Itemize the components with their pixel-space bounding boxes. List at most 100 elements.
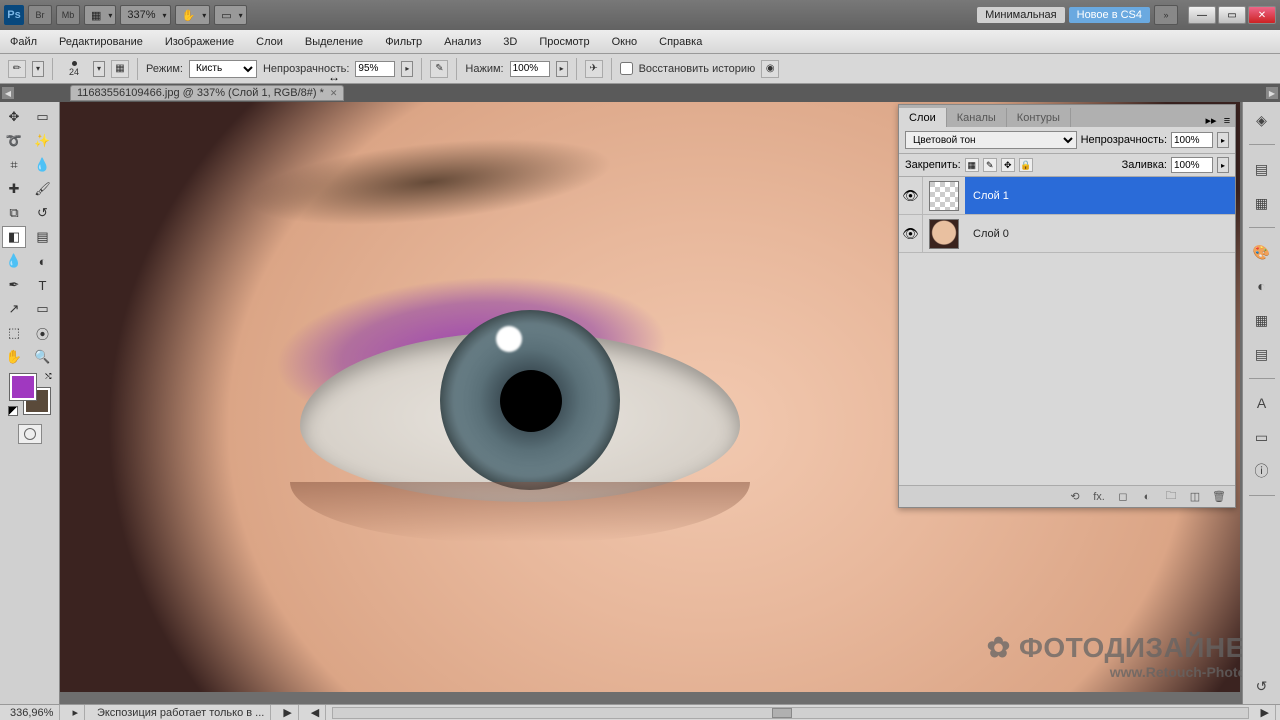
quickmask-button[interactable]: [18, 424, 42, 444]
menu-image[interactable]: Изображение: [161, 33, 238, 51]
menu-edit[interactable]: Редактирование: [55, 33, 147, 51]
eyedropper-tool[interactable]: 💧: [31, 154, 55, 176]
visibility-icon[interactable]: 👁: [899, 177, 923, 214]
mini-bridge-button[interactable]: Mb: [56, 5, 80, 25]
link-layers-icon[interactable]: ⟲: [1067, 490, 1083, 504]
new-layer-icon[interactable]: ◫: [1187, 490, 1203, 504]
panel-menu-icon[interactable]: ≡: [1219, 115, 1235, 127]
scroll-left-arrow[interactable]: ◀: [305, 705, 326, 720]
menu-3d[interactable]: 3D: [499, 33, 521, 51]
visibility-icon[interactable]: 👁: [899, 215, 923, 252]
screen-mode-dropdown[interactable]: ▭: [214, 5, 246, 25]
layer-fx-icon[interactable]: fx.: [1091, 490, 1107, 504]
stamp-tool[interactable]: ⧉: [2, 202, 26, 224]
view-layout-dropdown[interactable]: ▦: [84, 5, 116, 25]
flow-input[interactable]: [510, 61, 550, 77]
tab-layers[interactable]: Слои: [899, 108, 947, 127]
erase-history-checkbox[interactable]: [620, 62, 633, 75]
canvas[interactable]: ✿ ФОТОДИЗАЙНЕР www.Retouch-Photo.ru Слои…: [60, 102, 1280, 704]
pen-tool[interactable]: ✒: [2, 274, 26, 296]
status-info-arrow[interactable]: ▶: [277, 705, 298, 720]
adjustment-layer-icon[interactable]: ◐: [1139, 490, 1155, 504]
paragraph-icon[interactable]: ▭: [1251, 427, 1273, 447]
lock-position-icon[interactable]: ✥: [1001, 158, 1015, 172]
tool-preset-icon[interactable]: ✏: [8, 60, 26, 78]
default-colors-icon[interactable]: [8, 406, 18, 416]
opacity-input[interactable]: [355, 61, 395, 77]
delete-layer-icon[interactable]: 🗑: [1211, 490, 1227, 504]
tab-channels[interactable]: Каналы: [947, 108, 1007, 127]
layer-group-icon[interactable]: 🗀: [1163, 490, 1179, 504]
tab-scroll-left[interactable]: ◀: [2, 87, 14, 99]
horizontal-scrollbar[interactable]: [332, 707, 1248, 719]
dodge-tool[interactable]: ◐: [31, 250, 55, 272]
masks-icon[interactable]: ▦: [1251, 310, 1273, 330]
blend-mode-select[interactable]: Цветовой тон: [905, 131, 1077, 149]
lock-pixels-icon[interactable]: ✎: [983, 158, 997, 172]
eraser-tool[interactable]: ◧: [2, 226, 26, 248]
menu-file[interactable]: Файл: [6, 33, 41, 51]
lock-all-icon[interactable]: 🔒: [1019, 158, 1033, 172]
type-tool[interactable]: T: [31, 274, 55, 296]
tab-paths[interactable]: Контуры: [1007, 108, 1071, 127]
menu-view[interactable]: Просмотр: [535, 33, 593, 51]
crop-tool[interactable]: ⌗: [2, 154, 26, 176]
foreground-color[interactable]: [10, 374, 36, 400]
bridge-button[interactable]: Br: [28, 5, 52, 25]
workspace-label[interactable]: Минимальная: [977, 7, 1065, 23]
layer-row[interactable]: 👁 Слой 1: [899, 177, 1235, 215]
fill-input[interactable]: [1171, 157, 1213, 173]
heal-tool[interactable]: ✚: [2, 178, 26, 200]
mode-select[interactable]: Кисть: [189, 60, 257, 78]
marquee-tool[interactable]: ▭: [31, 106, 55, 128]
zoom-dropdown[interactable]: 337%: [120, 5, 170, 25]
info-icon[interactable]: ▤: [1251, 344, 1273, 364]
character-icon[interactable]: A: [1251, 393, 1273, 413]
menu-layers[interactable]: Слои: [252, 33, 287, 51]
layer-thumbnail[interactable]: [929, 219, 959, 249]
maximize-button[interactable]: ▭: [1218, 6, 1246, 24]
history-icon[interactable]: ↺: [1251, 676, 1273, 696]
lasso-tool[interactable]: ➰: [2, 130, 26, 152]
swap-colors-icon[interactable]: ⤭: [45, 372, 51, 382]
layer-row[interactable]: 👁 Слой 0: [899, 215, 1235, 253]
document-tab[interactable]: 11683556109466.jpg @ 337% (Слой 1, RGB/8…: [70, 85, 344, 101]
lock-transparency-icon[interactable]: ▦: [965, 158, 979, 172]
shape-tool[interactable]: ▭: [31, 298, 55, 320]
brush-tool[interactable]: 🖌: [31, 178, 55, 200]
document-tab-close-icon[interactable]: ✕: [330, 88, 338, 99]
brush-panel-button[interactable]: ▦: [111, 60, 129, 78]
swatches-icon[interactable]: ▦: [1251, 193, 1273, 213]
move-tool[interactable]: ✥: [2, 106, 26, 128]
history-brush-tool[interactable]: ↺: [31, 202, 55, 224]
tablet-opacity-icon[interactable]: ✎: [430, 60, 448, 78]
hand-tool-dropdown[interactable]: ✋: [175, 5, 211, 25]
brush-picker-arrow[interactable]: ▾: [93, 61, 105, 77]
menu-select[interactable]: Выделение: [301, 33, 367, 51]
flow-arrow[interactable]: ▸: [556, 61, 568, 77]
panel-collapse-icon[interactable]: ▸▸: [1203, 114, 1219, 127]
navigator-icon[interactable]: ◈: [1251, 110, 1273, 130]
zoom-tool[interactable]: 🔍: [31, 346, 55, 368]
hand-tool[interactable]: ✋: [2, 346, 26, 368]
scroll-right-arrow[interactable]: ▶: [1255, 705, 1276, 720]
3d-camera-tool[interactable]: ⦿: [31, 322, 55, 344]
blur-tool[interactable]: 💧: [2, 250, 26, 272]
color-icon[interactable]: ▤: [1251, 159, 1273, 179]
color-swatches[interactable]: ⤭: [10, 374, 50, 414]
airbrush-icon[interactable]: ✈: [585, 60, 603, 78]
adjustments-icon[interactable]: ◐: [1251, 276, 1273, 296]
tab-scroll-right[interactable]: ▶: [1266, 87, 1278, 99]
menu-window[interactable]: Окно: [608, 33, 642, 51]
menu-help[interactable]: Справка: [655, 33, 706, 51]
minimize-button[interactable]: —: [1188, 6, 1216, 24]
expand-icon[interactable]: »: [1154, 5, 1178, 25]
tablet-size-icon[interactable]: ◉: [761, 60, 779, 78]
status-info[interactable]: Экспозиция работает только в ...: [91, 705, 271, 720]
menu-filter[interactable]: Фильтр: [381, 33, 426, 51]
3d-tool[interactable]: ⬚: [2, 322, 26, 344]
path-tool[interactable]: ↗: [2, 298, 26, 320]
layer-opacity-input[interactable]: [1171, 132, 1213, 148]
gradient-tool[interactable]: ▤: [31, 226, 55, 248]
styles-icon[interactable]: 🎨: [1251, 242, 1273, 262]
